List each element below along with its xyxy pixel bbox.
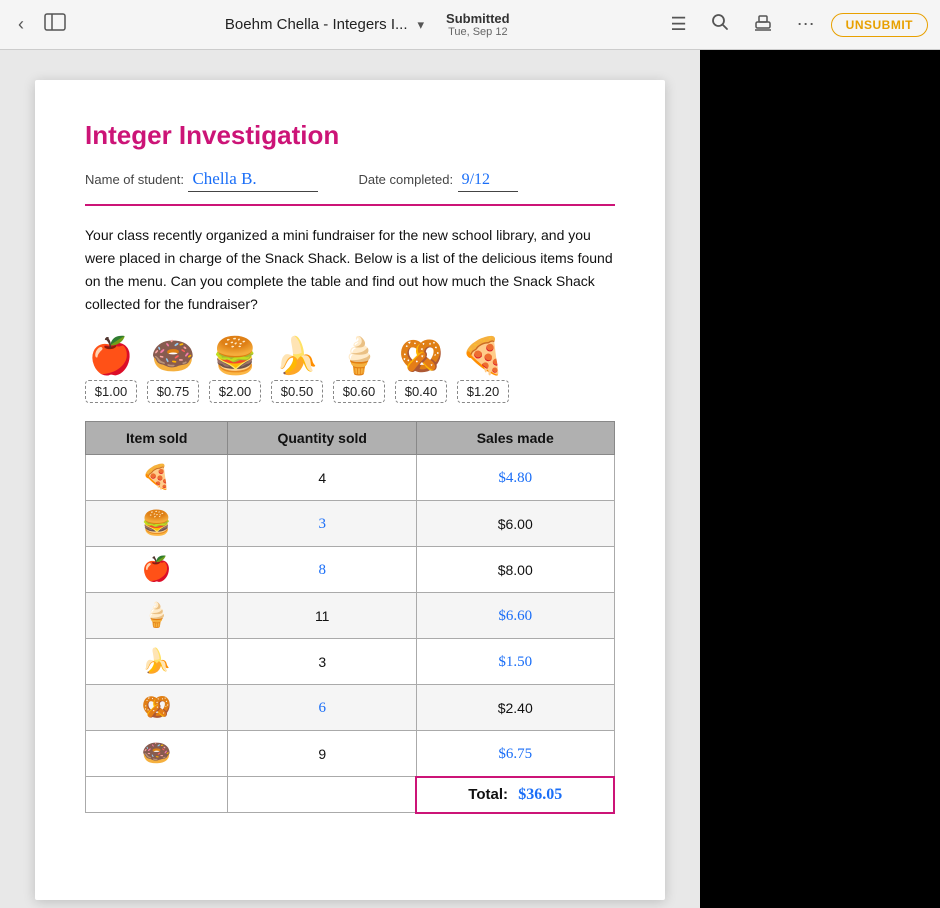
date-label: Date completed: (358, 172, 453, 187)
table-cell-sales: $6.60 (416, 593, 614, 639)
table-cell-icon: 🍎 (86, 547, 228, 593)
table-row: 🍦 11 $6.60 (86, 593, 615, 639)
table-cell-icon: 🍩 (86, 731, 228, 777)
divider (85, 204, 615, 206)
name-value: Chella B. (188, 169, 318, 192)
col-item: Item sold (86, 422, 228, 455)
table-row: 🍩 9 $6.75 (86, 731, 615, 777)
table-cell-icon: 🍔 (86, 501, 228, 547)
food-emoji: 🍩 (151, 338, 196, 374)
name-field: Name of student: Chella B. (85, 169, 318, 192)
table-body: 🍕 4 $4.80 🍔 3 $6.00 🍎 8 $8.00 🍦 11 $6.60… (86, 455, 615, 813)
food-emoji: 🍌 (275, 338, 320, 374)
table-header-row: Item sold Quantity sold Sales made (86, 422, 615, 455)
page: Integer Investigation Name of student: C… (35, 80, 665, 900)
data-table: Item sold Quantity sold Sales made 🍕 4 $… (85, 421, 615, 814)
col-sales: Sales made (416, 422, 614, 455)
table-row: 🍎 8 $8.00 (86, 547, 615, 593)
food-icon-col: 🥨 $0.40 (395, 338, 447, 403)
table-cell-qty: 3 (228, 639, 417, 685)
total-empty-2 (228, 777, 417, 813)
table-row: 🍔 3 $6.00 (86, 501, 615, 547)
search-button[interactable] (703, 9, 737, 40)
total-value: $36.05 (518, 786, 562, 803)
food-icon-col: 🍎 $1.00 (85, 338, 137, 403)
food-emoji: 🍎 (89, 338, 134, 374)
right-panel (700, 50, 940, 908)
back-button[interactable]: ‹ (12, 10, 30, 39)
intro-text: Your class recently organized a mini fun… (85, 224, 615, 316)
doc-title-heading: Integer Investigation (85, 120, 615, 151)
table-cell-qty: 3 (228, 501, 417, 547)
doc-title-area: Boehm Chella - Integers I... ▾ Submitted… (80, 11, 655, 38)
toolbar: ‹ Boehm Chella - Integers I... ▾ Submitt… (0, 0, 940, 50)
table-cell-qty: 4 (228, 455, 417, 501)
price-box: $0.50 (271, 380, 323, 403)
name-date-row: Name of student: Chella B. Date complete… (85, 169, 615, 192)
price-box: $1.00 (85, 380, 137, 403)
table-row: 🍕 4 $4.80 (86, 455, 615, 501)
table-cell-sales: $2.40 (416, 685, 614, 731)
table-cell-sales: $1.50 (416, 639, 614, 685)
submitted-date: Tue, Sep 12 (448, 26, 508, 38)
food-emoji: 🍕 (461, 338, 506, 374)
food-emoji: 🍔 (213, 338, 258, 374)
total-cell: Total: $36.05 (416, 777, 614, 813)
date-value: 9/12 (458, 171, 518, 192)
sidebar-toggle-button[interactable] (38, 9, 72, 40)
table-cell-icon: 🍕 (86, 455, 228, 501)
table-cell-qty: 8 (228, 547, 417, 593)
food-icons-row: 🍎 $1.00 🍩 $0.75 🍔 $2.00 🍌 $0.50 🍦 $0.60 … (85, 338, 615, 403)
table-row: 🥨 6 $2.40 (86, 685, 615, 731)
price-box: $1.20 (457, 380, 509, 403)
food-emoji: 🍦 (337, 338, 382, 374)
submitted-label: Submitted (446, 11, 510, 26)
table-cell-sales: $6.75 (416, 731, 614, 777)
table-cell-qty: 9 (228, 731, 417, 777)
table-cell-sales: $8.00 (416, 547, 614, 593)
food-icon-col: 🍔 $2.00 (209, 338, 261, 403)
main-area: Integer Investigation Name of student: C… (0, 50, 940, 908)
table-row: 🍌 3 $1.50 (86, 639, 615, 685)
food-icon-col: 🍩 $0.75 (147, 338, 199, 403)
name-label: Name of student: (85, 172, 184, 187)
date-field: Date completed: 9/12 (358, 171, 517, 192)
list-button[interactable]: ☰ (663, 10, 695, 39)
col-qty: Quantity sold (228, 422, 417, 455)
table-cell-sales: $6.00 (416, 501, 614, 547)
food-emoji: 🥨 (399, 338, 444, 374)
total-row: Total: $36.05 (86, 777, 615, 813)
unsubmit-button[interactable]: UNSUBMIT (831, 13, 928, 37)
more-button[interactable]: ⋯ (789, 10, 823, 39)
price-box: $2.00 (209, 380, 261, 403)
food-icon-col: 🍦 $0.60 (333, 338, 385, 403)
price-box: $0.40 (395, 380, 447, 403)
table-cell-icon: 🍦 (86, 593, 228, 639)
total-empty-1 (86, 777, 228, 813)
food-icon-col: 🍌 $0.50 (271, 338, 323, 403)
table-cell-qty: 6 (228, 685, 417, 731)
price-box: $0.75 (147, 380, 199, 403)
table-cell-icon: 🥨 (86, 685, 228, 731)
table-cell-qty: 11 (228, 593, 417, 639)
total-label: Total: (468, 786, 508, 803)
submitted-block: Submitted Tue, Sep 12 (446, 11, 510, 38)
price-box: $0.60 (333, 380, 385, 403)
stamp-button[interactable] (745, 8, 781, 41)
food-icon-col: 🍕 $1.20 (457, 338, 509, 403)
title-chevron-button[interactable]: ▾ (414, 15, 429, 35)
doc-panel: Integer Investigation Name of student: C… (0, 50, 700, 908)
doc-title: Boehm Chella - Integers I... (225, 16, 408, 33)
table-cell-sales: $4.80 (416, 455, 614, 501)
table-cell-icon: 🍌 (86, 639, 228, 685)
